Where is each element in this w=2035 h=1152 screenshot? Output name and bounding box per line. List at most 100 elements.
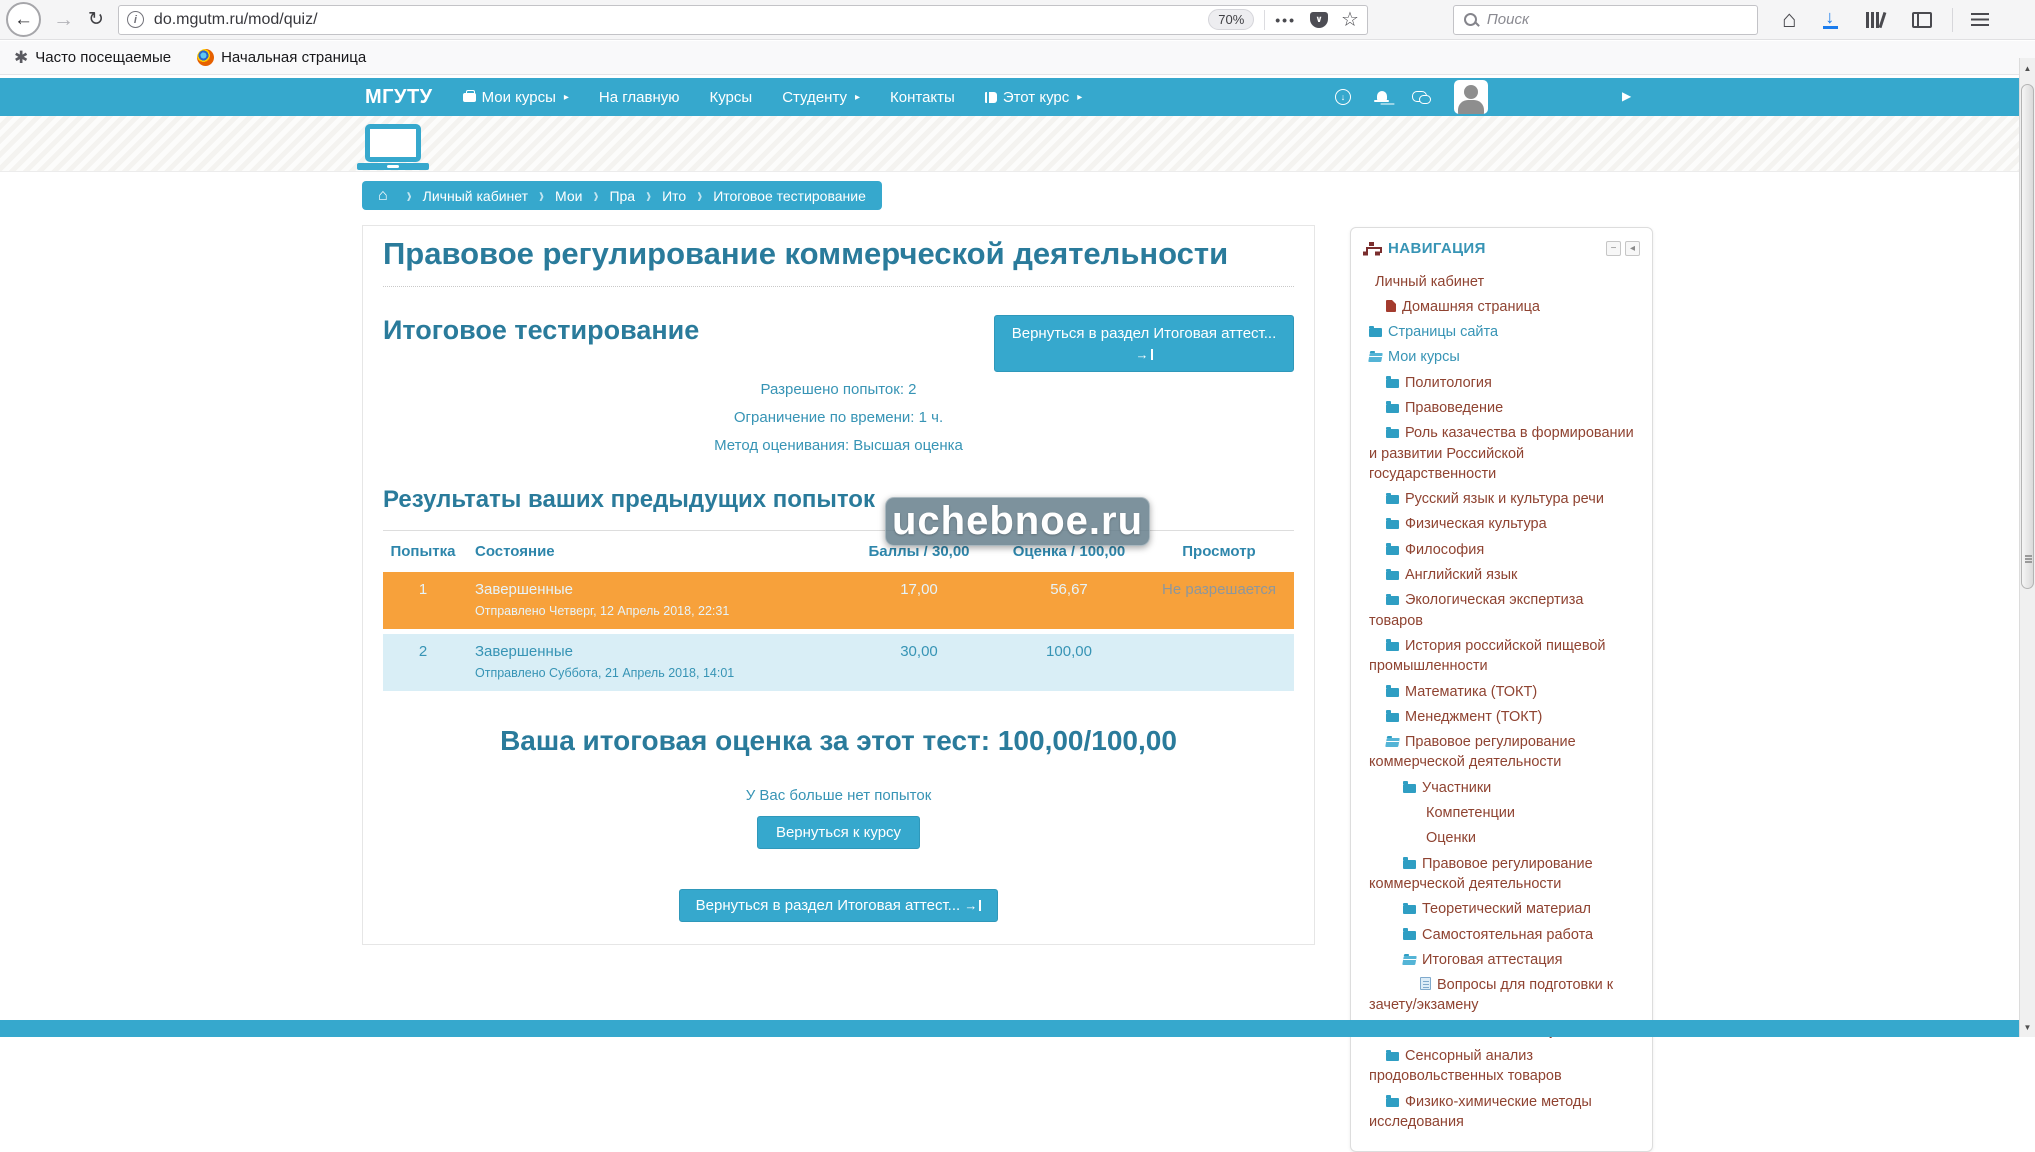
column-header-attempt: Попытка [383,543,463,560]
bookmark-home[interactable]: Начальная страница [197,49,366,66]
user-avatar[interactable] [1454,80,1488,114]
breadcrumb-item[interactable]: › Мои [528,187,582,204]
navigation-tree-item[interactable]: Домашняя страница [1363,294,1640,319]
url-input[interactable] [154,11,1208,29]
folder-open-icon [1385,738,1400,747]
navigation-tree-item[interactable]: Экологическая экспертиза товаров [1363,588,1640,634]
page-scrollbar[interactable]: ▲ ▼ [2019,58,2035,1037]
folder-open-icon [1402,956,1417,965]
nav-my-courses[interactable]: Мои курсы ▸ [463,89,569,106]
tree-item-label: Теоретический материал [1422,901,1591,917]
navigation-tree-item[interactable]: Вопросы для подготовки к зачету/экзамену [1363,973,1640,1019]
site-info-icon[interactable]: i [127,11,144,28]
navbar-expand-arrow[interactable]: ▶ [1622,89,1631,103]
home-icon[interactable]: ⌂ [378,187,388,205]
navigation-tree-item[interactable]: Политология [1363,370,1640,395]
navigation-tree-item[interactable]: История российской пищевой промышленност… [1363,633,1640,679]
tree-item-label: Роль казачества в формировании и развити… [1369,425,1634,482]
page-actions-icon[interactable]: ••• [1275,12,1296,28]
breadcrumb-item[interactable]: › Пра [582,187,635,204]
navigation-tree-item[interactable]: Теоретический материал [1363,897,1640,922]
folder-icon [1386,495,1399,504]
chevron-separator-icon: › [407,183,412,209]
navigation-tree-item[interactable]: Английский язык [1363,563,1640,588]
url-bar[interactable]: i 70% ••• ∨ ☆ [118,5,1368,35]
tree-item-label: Домашняя страница [1402,299,1540,315]
back-to-course-button[interactable]: Вернуться к курсу [757,816,920,849]
breadcrumb-item[interactable]: › Личный кабинет [396,187,528,204]
navigation-tree-item[interactable]: Мои курсы [1363,345,1640,370]
navigation-tree-item[interactable]: Правоведение [1363,395,1640,420]
attempts-table-header: Попытка Состояние Баллы / 30,00 Оценка /… [383,539,1294,572]
messages-icon[interactable] [1412,91,1430,104]
button-label: Вернуться в раздел Итоговая аттест... [696,897,961,914]
navigation-tree-item[interactable]: Личный кабинет [1363,269,1640,294]
home-button[interactable]: ⌂ [1782,8,1797,32]
folder-open-icon [1368,353,1383,362]
chevron-separator-icon: › [697,183,702,209]
circle-arrow-icon[interactable]: ↓ [1335,89,1351,105]
folder-icon [1386,688,1399,697]
divider [1952,8,1953,32]
breadcrumb-item[interactable]: › Итоговое тестирование [686,187,866,204]
zoom-level-badge[interactable]: 70% [1208,9,1254,30]
navigation-tree-item[interactable]: Итоговая аттестация [1363,947,1640,972]
navigation-tree-item[interactable]: Правовое регулирование коммерческой деят… [1363,730,1640,776]
scroll-down-arrow[interactable]: ▼ [2020,1019,2035,1036]
forward-button[interactable]: → [53,9,74,30]
reload-button[interactable]: ↻ [88,10,104,29]
folder-icon [1386,520,1399,529]
nav-contacts[interactable]: Контакты [890,89,955,106]
back-button[interactable]: ← [6,2,41,37]
navigation-tree-item[interactable]: Физико-химические методы исследования [1363,1089,1640,1135]
return-to-section-button-bottom[interactable]: Вернуться в раздел Итоговая аттест... → [679,889,999,922]
bookmark-star-icon[interactable]: ☆ [1341,10,1359,30]
navigation-tree-item[interactable]: Сенсорный анализ продовольственных товар… [1363,1044,1640,1090]
attempt-row: 2 Завершенные Отправлено Суббота, 21 Апр… [383,634,1294,691]
folder-icon [1386,429,1399,438]
breadcrumb-label: Итоговое тестирование [713,188,866,204]
sidebar-toggle-icon[interactable] [1912,12,1932,28]
nav-student[interactable]: Студенту ▸ [782,89,860,106]
navigation-tree-item[interactable]: Математика (ТОКТ) [1363,679,1640,704]
scroll-up-arrow[interactable]: ▲ [2020,60,2035,77]
navigation-tree-item[interactable]: Роль казачества в формировании и развити… [1363,421,1640,487]
tree-item-label: Компетенции [1426,805,1515,821]
navigation-tree-item[interactable]: Менеджмент (ТОКТ) [1363,704,1640,729]
collapse-block-icon[interactable]: − [1606,241,1621,256]
notifications-bell-icon[interactable] [1375,91,1388,104]
pocket-icon[interactable]: ∨ [1310,12,1328,28]
search-input[interactable] [1487,11,1748,28]
menu-icon[interactable] [1971,13,1989,27]
navigation-tree-item[interactable]: Страницы сайта [1363,320,1640,345]
dock-block-icon[interactable]: ◂ [1625,241,1640,256]
breadcrumb-item[interactable]: › Ито [635,187,686,204]
brand-logo[interactable]: МГУТУ [365,86,433,109]
book-icon [985,92,997,103]
nav-to-home[interactable]: На главную [599,89,680,106]
navigation-tree-item[interactable]: Самостоятельная работа [1363,922,1640,947]
return-to-section-button-top[interactable]: Вернуться в раздел Итоговая аттест... → [994,315,1294,372]
firefox-icon [197,49,214,66]
nav-courses[interactable]: Курсы [709,89,752,106]
attempt-state-label: Завершенные [475,581,844,598]
search-box[interactable] [1453,5,1758,35]
library-icon[interactable] [1866,12,1886,28]
navigation-tree-item[interactable]: Русский язык и культура речи [1363,487,1640,512]
navigation-tree-item[interactable]: Физическая культура [1363,512,1640,537]
tree-item-label: Русский язык и культура речи [1405,491,1604,507]
nav-this-course[interactable]: Этот курс ▸ [985,89,1082,106]
attempt-grade: 100,00 [994,643,1144,660]
chevron-right-icon: ▸ [564,92,569,103]
downloads-icon[interactable] [1822,11,1840,29]
tree-item-label: Оценки [1426,830,1476,846]
navigation-tree-item[interactable]: Участники [1363,775,1640,800]
bookmark-frequent[interactable]: ✱ Часто посещаемые [14,49,171,66]
site-logo-laptop-icon[interactable] [365,124,421,162]
scrollbar-thumb[interactable] [2021,84,2034,589]
navigation-tree-item[interactable]: Оценки [1363,826,1640,851]
attempt-marks: 17,00 [844,581,994,598]
navigation-tree-item[interactable]: Компетенции [1363,801,1640,826]
navigation-tree-item[interactable]: Правовое регулирование коммерческой деят… [1363,851,1640,897]
navigation-tree-item[interactable]: Философия [1363,537,1640,562]
